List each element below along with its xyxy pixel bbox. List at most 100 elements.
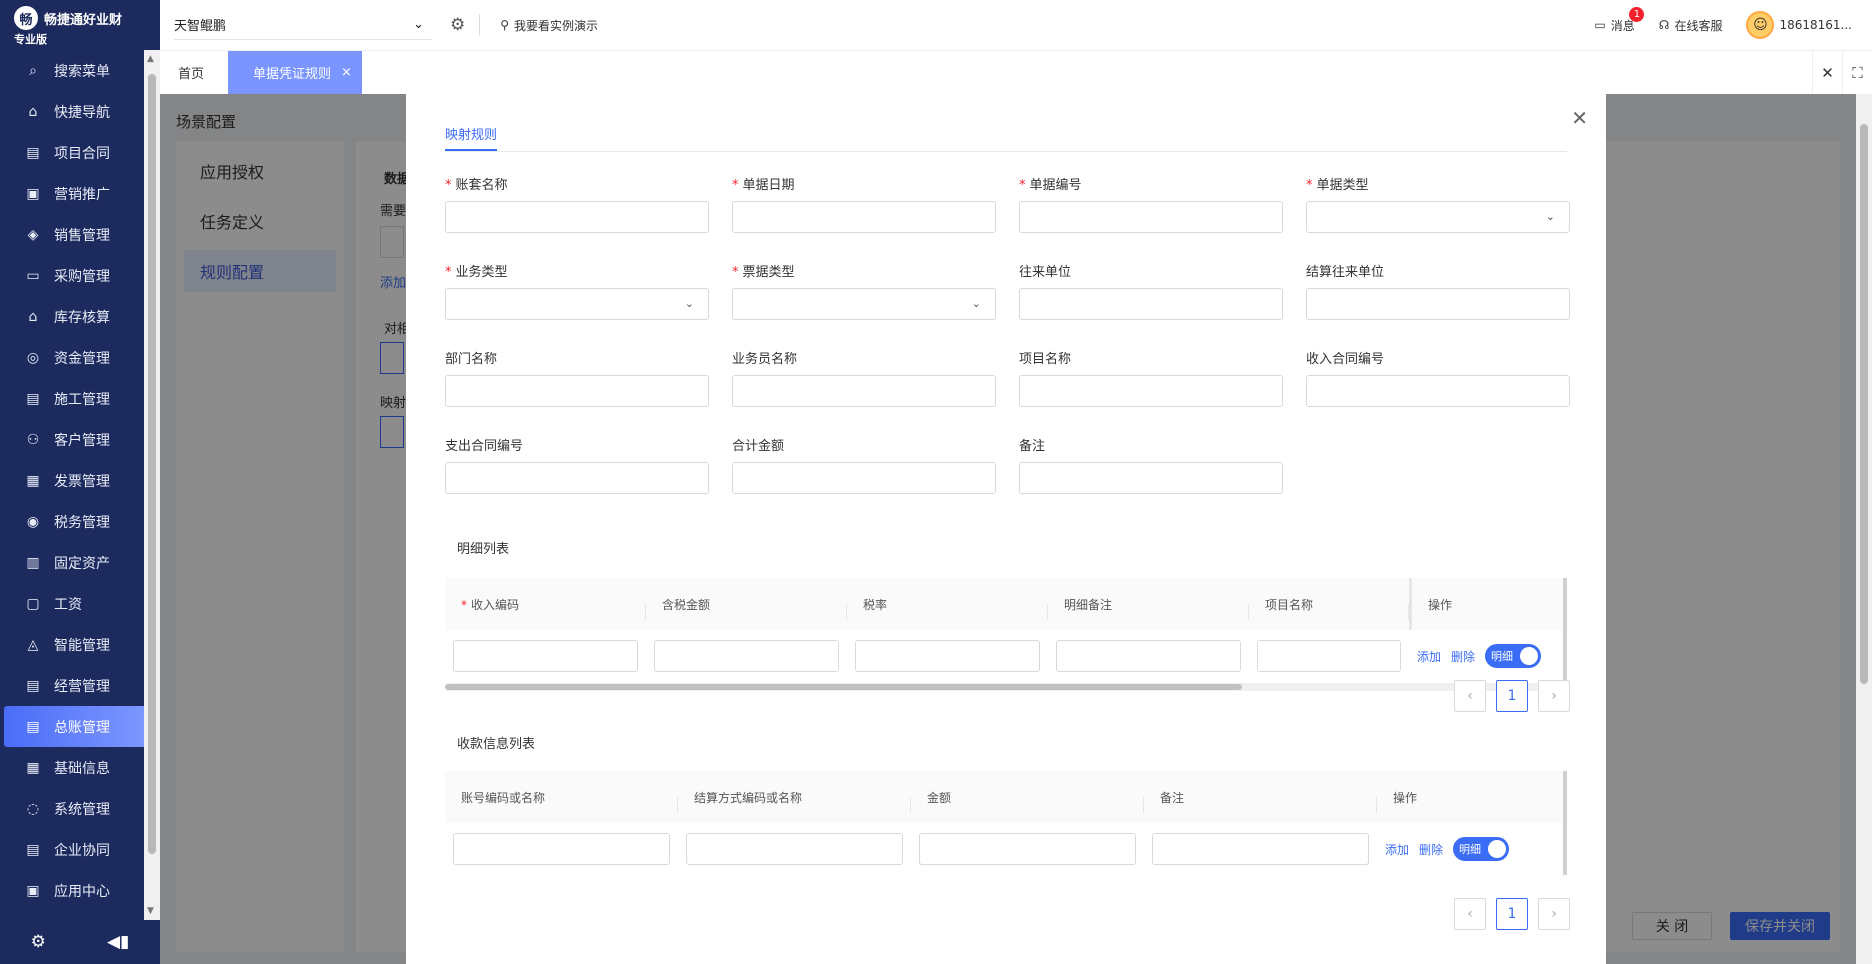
- sidebar-item[interactable]: ▦ 发票管理: [0, 460, 144, 501]
- demo-link[interactable]: ⚲ 我要看实例演示: [500, 17, 598, 34]
- detail-table-hscroll-thumb[interactable]: [445, 684, 1242, 690]
- ledger-icon: ▤: [26, 718, 40, 735]
- sidebar-item[interactable]: ▣ 应用中心: [0, 870, 144, 911]
- sidebar-item[interactable]: ▭ 采购管理: [0, 255, 144, 296]
- sidebar-scroll-thumb[interactable]: [148, 74, 156, 854]
- sidebar-item[interactable]: ▤ 企业协同: [0, 829, 144, 870]
- detail-table-hscroll[interactable]: [445, 683, 1567, 691]
- input-field[interactable]: [445, 462, 709, 494]
- select-field[interactable]: ⌄: [445, 288, 709, 320]
- avatar: ☺: [1746, 11, 1775, 39]
- warehouse-icon: ⌂: [28, 308, 38, 325]
- sidebar-item[interactable]: ▣ 营销推广: [0, 173, 144, 214]
- input-field[interactable]: [445, 375, 709, 407]
- sidebar-item[interactable]: ◈ 销售管理: [0, 214, 144, 255]
- input-field[interactable]: [1019, 201, 1283, 233]
- payment-table-vscroll[interactable]: [1563, 771, 1567, 875]
- messages-button[interactable]: ▭ 消息 1: [1594, 6, 1645, 34]
- prev-page-button[interactable]: ‹: [1454, 898, 1486, 930]
- sidebar-item[interactable]: ▤ 经营管理: [0, 665, 144, 706]
- field-label: 合计金额: [732, 435, 996, 455]
- next-page-button[interactable]: ›: [1538, 680, 1570, 712]
- sidebar-item[interactable]: ▤ 项目合同: [0, 132, 144, 173]
- cell-input[interactable]: [686, 833, 903, 865]
- field-label-text: 业务类型: [455, 265, 508, 280]
- sidebar-item[interactable]: ▤ 总账管理: [4, 706, 144, 747]
- gear-icon[interactable]: ⚙: [450, 15, 465, 35]
- cell-input[interactable]: [919, 833, 1136, 865]
- close-all-tabs-icon[interactable]: ✕: [1812, 50, 1842, 95]
- input-field[interactable]: [732, 375, 996, 407]
- scroll-down-icon[interactable]: ▼: [147, 906, 154, 916]
- chevron-down-icon: ⌄: [413, 17, 424, 32]
- input-field[interactable]: [445, 201, 709, 233]
- tab-current[interactable]: 单据凭证规则 ×: [228, 51, 362, 94]
- form-field: 支出合同编号: [445, 435, 709, 505]
- settings-icon[interactable]: ⚙: [31, 932, 46, 952]
- input-field[interactable]: [1306, 288, 1570, 320]
- cell-input[interactable]: [855, 640, 1040, 672]
- input-field[interactable]: [732, 462, 996, 494]
- sidebar-item-label: 基础信息: [54, 760, 110, 777]
- fullscreen-icon[interactable]: ⛶: [1842, 50, 1872, 95]
- messages-badge: 1: [1629, 6, 1645, 22]
- close-icon[interactable]: ✕: [1571, 106, 1588, 130]
- sidebar-item[interactable]: ◬ 智能管理: [0, 624, 144, 665]
- sidebar-item[interactable]: ⚇ 客户管理: [0, 419, 144, 460]
- sidebar-item[interactable]: ▤ 施工管理: [0, 378, 144, 419]
- business-icon: ▤: [26, 677, 40, 694]
- select-field[interactable]: ⌄: [732, 288, 996, 320]
- input-field[interactable]: [1019, 462, 1283, 494]
- sidebar-item[interactable]: ◎ 资金管理: [0, 337, 144, 378]
- add-row-link[interactable]: 添加: [1385, 841, 1409, 858]
- input-field[interactable]: [732, 201, 996, 233]
- sidebar-item[interactable]: ▢ 工资: [0, 583, 144, 624]
- page-scrollbar[interactable]: [1856, 94, 1872, 964]
- page-scroll-thumb[interactable]: [1860, 124, 1868, 684]
- input-field[interactable]: [1019, 375, 1283, 407]
- detail-toggle[interactable]: 明细: [1485, 644, 1542, 668]
- app-center-icon: ▣: [26, 882, 40, 899]
- company-select[interactable]: 天智鲲鹏 ⌄: [174, 10, 432, 40]
- cell-input[interactable]: [654, 640, 839, 672]
- demo-link-label: 我要看实例演示: [514, 18, 599, 33]
- sidebar-item[interactable]: ⌂ 库存核算: [0, 296, 144, 337]
- cell-input[interactable]: [1257, 640, 1401, 672]
- input-field[interactable]: [1306, 375, 1570, 407]
- sidebar-scrollbar[interactable]: ▲ ▼: [144, 50, 160, 920]
- sidebar-item[interactable]: ▦ 基础信息: [0, 747, 144, 788]
- table-row: 添加 删除 明细: [445, 630, 1567, 682]
- dialog-tabs: 映射规则: [445, 124, 1567, 152]
- collapse-sidebar-icon[interactable]: ◀▮: [107, 932, 129, 952]
- next-page-button[interactable]: ›: [1538, 898, 1570, 930]
- delete-row-link[interactable]: 删除: [1419, 841, 1443, 858]
- select-field[interactable]: ⌄: [1306, 201, 1570, 233]
- cell-input[interactable]: [1152, 833, 1369, 865]
- tab-mapping-rules[interactable]: 映射规则: [445, 124, 498, 151]
- online-service-button[interactable]: ☊ 在线客服: [1659, 17, 1723, 34]
- delete-row-link[interactable]: 删除: [1451, 648, 1475, 665]
- scroll-up-icon[interactable]: ▲: [147, 54, 154, 64]
- sidebar-item[interactable]: ⌂ 快捷导航: [0, 91, 144, 132]
- add-row-link[interactable]: 添加: [1417, 648, 1441, 665]
- page-number[interactable]: 1: [1496, 898, 1528, 930]
- toggle-knob: [1488, 840, 1507, 858]
- cell-input[interactable]: [453, 833, 670, 865]
- page-number[interactable]: 1: [1496, 680, 1528, 712]
- sidebar-item[interactable]: ◉ 税务管理: [0, 501, 144, 542]
- detail-toggle[interactable]: 明细: [1453, 837, 1510, 861]
- user-menu[interactable]: ☺ 18618161...: [1746, 11, 1852, 39]
- sidebar-item[interactable]: ▥ 固定资产: [0, 542, 144, 583]
- tab-home[interactable]: 首页: [160, 51, 222, 94]
- close-icon[interactable]: ×: [341, 65, 352, 80]
- sidebar-item[interactable]: ◌ 系统管理: [0, 788, 144, 829]
- detail-table-vscroll[interactable]: [1563, 578, 1567, 682]
- sidebar-item[interactable]: ⌕ 搜索菜单: [0, 50, 144, 91]
- column-header: 结算方式编码或名称: [678, 789, 911, 813]
- table-cell: [847, 640, 1048, 672]
- prev-page-button[interactable]: ‹: [1454, 680, 1486, 712]
- input-field[interactable]: [1019, 288, 1283, 320]
- cell-input[interactable]: [1056, 640, 1241, 672]
- cell-input[interactable]: [453, 640, 638, 672]
- chevron-down-icon: ⌄: [684, 297, 694, 310]
